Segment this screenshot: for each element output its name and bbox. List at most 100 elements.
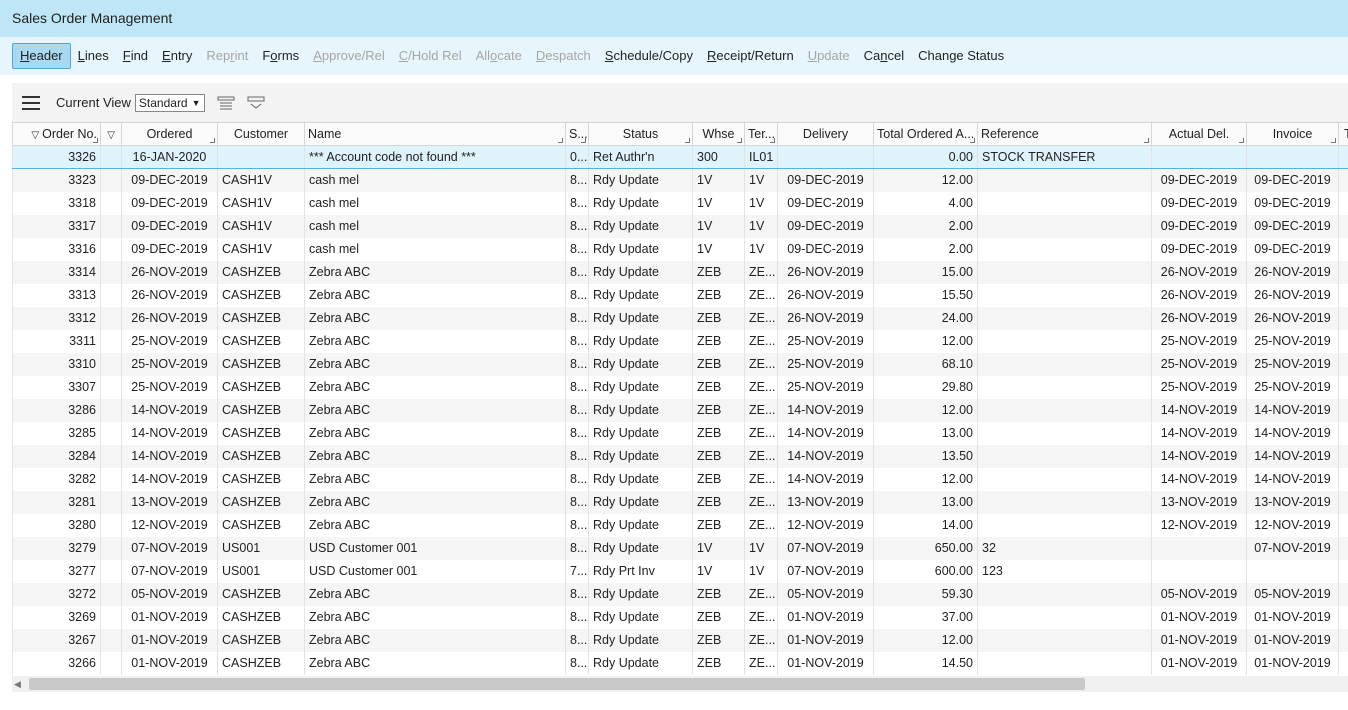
cell-total-ordered: 13.00 — [873, 490, 978, 514]
cell-t — [1338, 490, 1348, 514]
cell-status: Rdy Update — [588, 329, 693, 353]
scrollbar-thumb[interactable] — [29, 678, 1085, 690]
cell-whse: ZEB — [692, 375, 745, 399]
column-header-total-ordered[interactable]: Total Ordered A... — [873, 122, 978, 146]
table-row[interactable]: 3269 01-NOV-2019 CASHZEB Zebra ABC 8... Rdy U… — [12, 605, 1348, 629]
menu-header[interactable]: Header — [12, 43, 71, 69]
cell-order-no: 3282 — [12, 467, 101, 491]
table-row[interactable]: 3281 13-NOV-2019 CASHZEB Zebra ABC 8... Rdy U… — [12, 490, 1348, 514]
column-header-whse[interactable]: Whse — [692, 122, 745, 146]
menu-find[interactable]: Find — [116, 43, 155, 69]
table-row[interactable]: 3314 26-NOV-2019 CASHZEB Zebra ABC 8... Rdy U… — [12, 260, 1348, 284]
resize-handle-icon[interactable] — [558, 138, 563, 143]
menu-change-status[interactable]: Change Status — [911, 43, 1011, 69]
menu-allocate[interactable]: Allocate — [469, 43, 529, 69]
menu-approve-rel[interactable]: Approve/Rel — [306, 43, 392, 69]
resize-handle-icon[interactable] — [1239, 138, 1244, 143]
table-row[interactable]: 3323 09-DEC-2019 CASH1V cash mel 8... Rdy Upd… — [12, 168, 1348, 192]
menu-lines[interactable]: Lines — [71, 43, 116, 69]
table-row[interactable]: 3267 01-NOV-2019 CASHZEB Zebra ABC 8... Rdy U… — [12, 628, 1348, 652]
cell-name: Zebra ABC — [304, 628, 566, 652]
resize-handle-icon[interactable] — [685, 138, 690, 143]
cell-ordered: 25-NOV-2019 — [121, 329, 218, 353]
resize-handle-icon[interactable] — [581, 138, 586, 143]
cell-order-no: 3317 — [12, 214, 101, 238]
resize-handle-icon[interactable] — [970, 138, 975, 143]
column-header-actual-del[interactable]: Actual Del. — [1151, 122, 1247, 146]
cell-t — [1338, 559, 1348, 583]
cell-reference — [977, 444, 1152, 468]
table-row[interactable]: 3286 14-NOV-2019 CASHZEB Zebra ABC 8... Rdy U… — [12, 398, 1348, 422]
table-row[interactable]: 3316 09-DEC-2019 CASH1V cash mel 8... Rdy Upd… — [12, 237, 1348, 261]
cell-customer: CASHZEB — [217, 352, 305, 376]
column-header-order-no[interactable]: ▽ Order No. — [12, 122, 101, 146]
column-header-invoice[interactable]: Invoice — [1246, 122, 1339, 146]
resize-handle-icon[interactable] — [770, 138, 775, 143]
table-row[interactable]: 3313 26-NOV-2019 CASHZEB Zebra ABC 8... Rdy U… — [12, 283, 1348, 307]
cell-flag — [100, 214, 122, 238]
filter-rows-icon[interactable] — [217, 96, 235, 110]
column-header-customer[interactable]: Customer — [217, 122, 305, 146]
sort-filter-icon[interactable]: ▽ — [107, 130, 115, 141]
column-header-status[interactable]: Status — [588, 122, 693, 146]
cell-s: 0... — [565, 145, 589, 169]
table-row[interactable]: 3311 25-NOV-2019 CASHZEB Zebra ABC 8... Rdy U… — [12, 329, 1348, 353]
table-row[interactable]: 3282 14-NOV-2019 CASHZEB Zebra ABC 8... Rdy U… — [12, 467, 1348, 491]
table-row[interactable]: 3266 01-NOV-2019 CASHZEB Zebra ABC 8... Rdy U… — [12, 651, 1348, 675]
table-row[interactable]: 3317 09-DEC-2019 CASH1V cash mel 8... Rdy Upd… — [12, 214, 1348, 238]
resize-handle-icon[interactable] — [1144, 138, 1149, 143]
table-row[interactable]: 3284 14-NOV-2019 CASHZEB Zebra ABC 8... Rdy U… — [12, 444, 1348, 468]
sort-filter-icon[interactable]: ▽ — [31, 130, 39, 141]
table-row[interactable]: 3272 05-NOV-2019 CASHZEB Zebra ABC 8... Rdy U… — [12, 582, 1348, 606]
menu-reprint[interactable]: Reprint — [199, 43, 255, 69]
cell-delivery: 25-NOV-2019 — [777, 375, 874, 399]
cell-name: Zebra ABC — [304, 421, 566, 445]
collapse-panel-icon[interactable] — [247, 96, 265, 110]
cell-delivery: 26-NOV-2019 — [777, 283, 874, 307]
menu-icon[interactable] — [22, 95, 40, 110]
horizontal-scrollbar[interactable]: ◀ — [12, 676, 1348, 692]
table-row[interactable]: 3307 25-NOV-2019 CASHZEB Zebra ABC 8... Rdy U… — [12, 375, 1348, 399]
resize-handle-icon[interactable] — [737, 138, 742, 143]
column-header-delivery[interactable]: Delivery — [777, 122, 874, 146]
cell-s: 8... — [565, 513, 589, 537]
cell-territory: ZE... — [744, 283, 778, 307]
cell-name: cash mel — [304, 168, 566, 192]
menu-cancel[interactable]: Cancel — [857, 43, 911, 69]
column-header-s[interactable]: S... — [565, 122, 589, 146]
table-row[interactable]: 3318 09-DEC-2019 CASH1V cash mel 8... Rdy Upd… — [12, 191, 1348, 215]
table-row[interactable]: 3326 16-JAN-2020 *** Account code not foun… — [12, 145, 1348, 169]
column-header-territory[interactable]: Ter... — [744, 122, 778, 146]
menu-c-hold-rel[interactable]: C/Hold Rel — [392, 43, 469, 69]
resize-handle-icon[interactable] — [93, 138, 98, 143]
cell-order-no: 3312 — [12, 306, 101, 330]
resize-handle-icon[interactable] — [1331, 138, 1336, 143]
cell-order-no: 3284 — [12, 444, 101, 468]
menu-update[interactable]: Update — [801, 43, 857, 69]
table-row[interactable]: 3277 07-NOV-2019 US001 USD Customer 001 7...… — [12, 559, 1348, 583]
current-view-select[interactable]: Standard ▼ — [134, 93, 205, 112]
menu-despatch[interactable]: Despatch — [529, 43, 598, 69]
menu-entry[interactable]: Entry — [155, 43, 199, 69]
table-row[interactable]: 3310 25-NOV-2019 CASHZEB Zebra ABC 8... Rdy U… — [12, 352, 1348, 376]
cell-invoice: 09-DEC-2019 — [1246, 191, 1339, 215]
table-row[interactable]: 3280 12-NOV-2019 CASHZEB Zebra ABC 8... Rdy U… — [12, 513, 1348, 537]
cell-actual-del: 25-NOV-2019 — [1151, 352, 1247, 376]
menu-forms[interactable]: Forms — [255, 43, 306, 69]
menu-receipt-return[interactable]: Receipt/Return — [700, 43, 801, 69]
scroll-left-icon[interactable]: ◀ — [14, 679, 21, 690]
column-header-t[interactable]: T — [1338, 122, 1348, 146]
cell-s: 8... — [565, 168, 589, 192]
cell-actual-del: 12-NOV-2019 — [1151, 513, 1247, 537]
menu-schedule-copy[interactable]: Schedule/Copy — [598, 43, 700, 69]
column-header-name[interactable]: Name — [304, 122, 566, 146]
table-row[interactable]: 3312 26-NOV-2019 CASHZEB Zebra ABC 8... Rdy U… — [12, 306, 1348, 330]
column-header-flag[interactable]: ▽ — [100, 122, 122, 146]
resize-handle-icon[interactable] — [210, 138, 215, 143]
table-row[interactable]: 3285 14-NOV-2019 CASHZEB Zebra ABC 8... Rdy U… — [12, 421, 1348, 445]
table-row[interactable]: 3279 07-NOV-2019 US001 USD Customer 001 8...… — [12, 536, 1348, 560]
column-header-reference[interactable]: Reference — [977, 122, 1152, 146]
current-view-value: Standard — [138, 95, 188, 110]
column-header-label: Status — [622, 127, 659, 141]
column-header-ordered[interactable]: Ordered — [121, 122, 218, 146]
